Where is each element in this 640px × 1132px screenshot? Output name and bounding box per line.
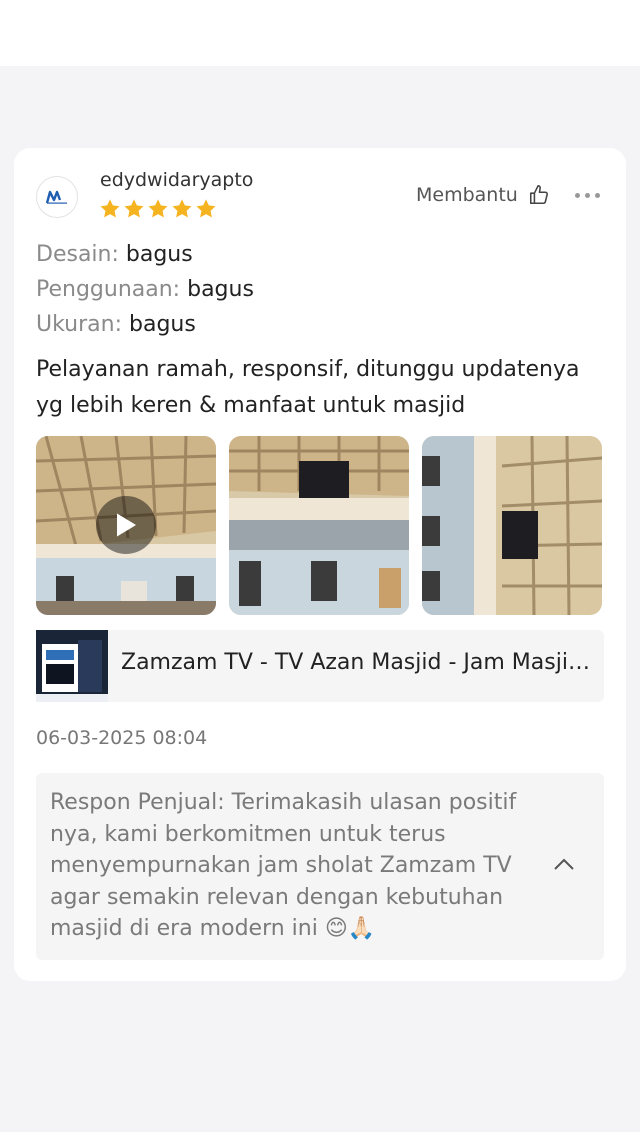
product-thumbnail — [36, 630, 108, 702]
reviewer-username[interactable]: edydwidaryapto — [100, 169, 253, 191]
star-icon — [148, 199, 168, 218]
review-photo-thumbnail[interactable] — [229, 436, 409, 615]
helpful-button[interactable]: Membantu — [416, 184, 550, 206]
review-date: 06-03-2025 08:04 — [36, 727, 208, 749]
review-video-thumbnail[interactable] — [36, 436, 216, 615]
review-photo-thumbnail[interactable] — [422, 436, 602, 615]
product-title[interactable]: Zamzam TV - TV Azan Masjid - Jam Masjid … — [121, 650, 593, 675]
attribute-row: Desain: bagus — [36, 242, 193, 267]
attribute-value: bagus — [129, 312, 196, 337]
mosque-tv-side-photo — [422, 436, 602, 615]
attribute-key: Penggunaan: — [36, 277, 181, 302]
star-icon — [196, 199, 216, 218]
star-icon — [172, 199, 192, 218]
star-icon — [100, 199, 120, 218]
avatar[interactable] — [36, 176, 78, 218]
star-icon — [124, 199, 144, 218]
avatar-logo-icon — [46, 190, 67, 204]
product-link[interactable]: Zamzam TV - TV Azan Masjid - Jam Masjid … — [36, 630, 604, 702]
attribute-key: Ukuran: — [36, 312, 122, 337]
thumbs-up-icon — [529, 185, 548, 205]
more-options-icon[interactable] — [575, 188, 600, 202]
play-icon[interactable] — [96, 496, 156, 554]
attribute-value: bagus — [187, 277, 254, 302]
attribute-value: bagus — [125, 242, 193, 267]
seller-response: Respon Penjual: Terimakasih ulasan posit… — [36, 773, 604, 960]
mosque-tv-photo — [229, 436, 409, 615]
review-text: Pelayanan ramah, responsif, ditunggu upd… — [36, 357, 580, 418]
attribute-key: Desain: — [36, 242, 119, 267]
rating-stars — [99, 198, 217, 220]
helpful-label: Membantu — [416, 184, 518, 206]
chevron-up-icon[interactable] — [552, 856, 576, 872]
seller-response-text: Respon Penjual: Terimakasih ulasan posit… — [50, 790, 517, 941]
attribute-row: Ukuran: bagus — [36, 312, 196, 337]
attribute-row: Penggunaan: bagus — [36, 277, 254, 302]
top-bar — [0, 0, 640, 66]
review-card: edydwidaryapto Membantu Desain: bagus Pe… — [14, 148, 626, 981]
